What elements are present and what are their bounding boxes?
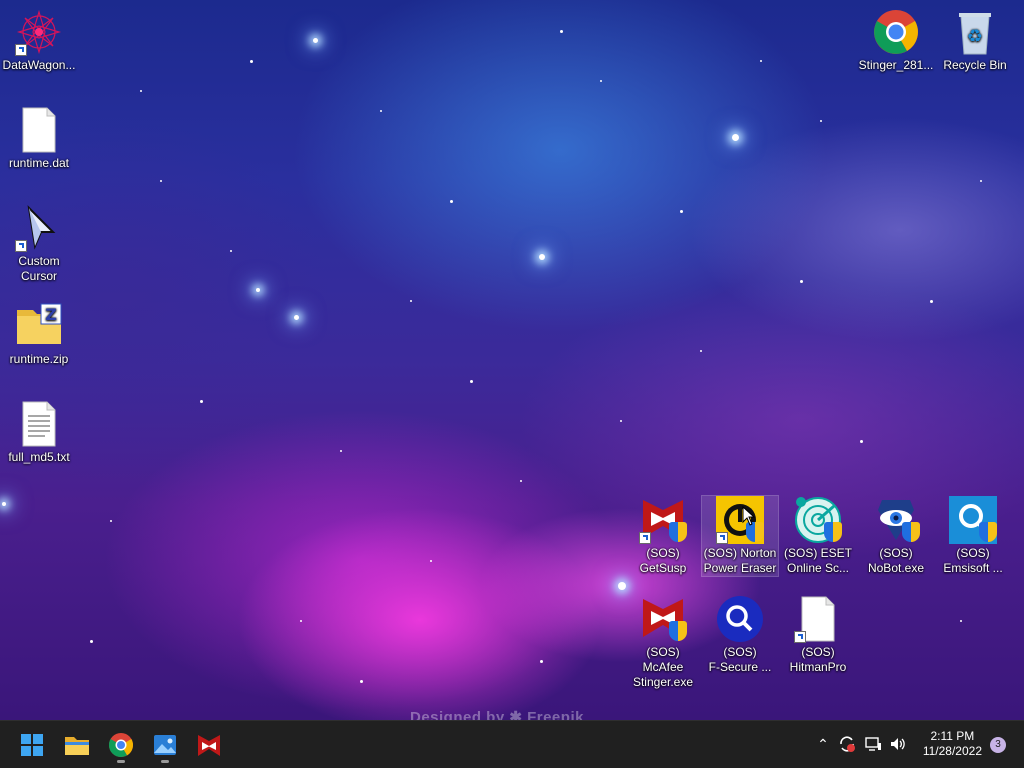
desktop-icon-sos-emsisoft[interactable]: (SOS) Emsisoft ... xyxy=(935,496,1011,576)
star xyxy=(618,582,626,590)
text-file-icon xyxy=(15,400,63,448)
desktop[interactable]: Designed by ✱ Freepik DataWagon... runti… xyxy=(0,0,1024,720)
recycle-bin-icon: ♻ xyxy=(951,8,999,56)
norton-power-eraser-icon xyxy=(716,496,764,544)
taskbar-file-explorer[interactable] xyxy=(59,727,95,763)
datawagon-icon xyxy=(15,8,63,56)
eset-scanner-icon xyxy=(794,496,842,544)
shortcut-arrow-icon xyxy=(15,240,27,252)
icon-label: runtime.dat xyxy=(8,156,70,170)
taskbar-photos[interactable] xyxy=(147,727,183,763)
desktop-icon-sos-nobot[interactable]: (SOS) NoBot.exe xyxy=(858,496,934,576)
running-indicator xyxy=(117,760,125,763)
icon-label: Stinger_281... xyxy=(858,58,934,72)
desktop-icon-custom-cursor[interactable]: Custom Cursor xyxy=(1,204,77,284)
icon-label: (SOS) Emsisoft ... xyxy=(943,546,1003,575)
desktop-icon-sos-hitmanpro[interactable]: (SOS) HitmanPro xyxy=(780,595,856,675)
mcafee-icon xyxy=(198,735,220,756)
desktop-icon-sos-norton[interactable]: (SOS) Norton Power Eraser xyxy=(701,495,779,577)
icon-label: (SOS) Norton Power Eraser xyxy=(703,546,777,575)
chrome-icon xyxy=(872,8,920,56)
icon-label: (SOS) NoBot.exe xyxy=(867,546,925,575)
desktop-icon-datawagon[interactable]: DataWagon... xyxy=(1,8,77,73)
notification-badge[interactable]: 3 xyxy=(990,737,1006,753)
desktop-icon-recycle-bin[interactable]: ♻ Recycle Bin xyxy=(937,8,1013,73)
taskbar: ⌃ 2:11 PM 11/28/2022 3 xyxy=(0,720,1024,768)
uac-shield-icon xyxy=(902,522,920,542)
taskbar-chrome[interactable] xyxy=(103,727,139,763)
desktop-icon-sos-getsusp[interactable]: (SOS) GetSusp xyxy=(625,496,701,576)
system-clock[interactable]: 2:11 PM 11/28/2022 xyxy=(923,729,982,759)
mcafee-icon xyxy=(639,496,687,544)
blank-file-icon xyxy=(15,106,63,154)
star xyxy=(256,288,260,292)
icon-label: full_md5.txt xyxy=(8,450,70,464)
shortcut-arrow-icon xyxy=(15,44,27,56)
mouse-pointer-icon xyxy=(742,506,756,526)
zip-folder-icon: Z xyxy=(15,302,63,350)
cursor-arrow-icon xyxy=(15,204,63,252)
chrome-icon xyxy=(108,733,134,758)
icon-label: (SOS) ESET Online Sc... xyxy=(783,546,852,575)
uac-shield-icon xyxy=(669,621,687,641)
emsisoft-icon xyxy=(949,496,997,544)
uac-shield-icon xyxy=(824,522,842,542)
desktop-icon-sos-eset[interactable]: (SOS) ESET Online Sc... xyxy=(780,496,856,576)
star xyxy=(313,38,318,43)
star xyxy=(2,502,6,506)
icon-label: (SOS) GetSusp xyxy=(639,546,687,575)
uac-shield-icon xyxy=(669,522,687,542)
star xyxy=(732,134,739,141)
icon-label: Recycle Bin xyxy=(943,58,1007,72)
f-secure-magnifier-icon xyxy=(716,595,764,643)
windows-logo-icon xyxy=(21,734,43,756)
shortcut-arrow-icon xyxy=(794,631,806,643)
desktop-icon-sos-fsecure[interactable]: (SOS) F-Secure ... xyxy=(702,595,778,675)
icon-label: Custom Cursor xyxy=(18,254,60,283)
blank-file-icon xyxy=(794,595,842,643)
shortcut-arrow-icon xyxy=(716,532,728,544)
desktop-icon-runtime-dat[interactable]: runtime.dat xyxy=(1,106,77,171)
star xyxy=(539,254,545,260)
network-icon[interactable] xyxy=(864,735,882,753)
icon-label: (SOS) F-Secure ... xyxy=(708,645,772,674)
icon-label: DataWagon... xyxy=(2,58,76,72)
volume-icon[interactable] xyxy=(889,735,907,753)
start-button[interactable] xyxy=(14,727,50,763)
running-indicator xyxy=(161,760,169,763)
clock-date: 11/28/2022 xyxy=(922,744,982,758)
svg-text:Z: Z xyxy=(45,305,57,324)
desktop-icon-stinger-chrome[interactable]: Stinger_281... xyxy=(858,8,934,73)
folder-icon xyxy=(65,737,89,755)
desktop-icon-full-md5[interactable]: full_md5.txt xyxy=(1,400,77,465)
clock-time: 2:11 PM xyxy=(930,729,975,743)
icon-label: runtime.zip xyxy=(9,352,69,366)
shortcut-arrow-icon xyxy=(639,532,651,544)
desktop-icon-sos-mcafee-stinger[interactable]: (SOS) McAfee Stinger.exe xyxy=(625,595,701,690)
icon-label: (SOS) HitmanPro xyxy=(789,645,847,674)
taskbar-mcafee[interactable] xyxy=(191,727,227,763)
star xyxy=(294,315,299,320)
mcafee-icon xyxy=(639,595,687,643)
nobot-eye-icon xyxy=(872,496,920,544)
icon-label: (SOS) McAfee Stinger.exe xyxy=(632,645,694,689)
svg-text:♻: ♻ xyxy=(967,26,983,47)
sync-alert-icon[interactable] xyxy=(838,735,856,753)
uac-shield-icon xyxy=(979,522,997,542)
show-hidden-icons-chevron-icon[interactable]: ⌃ xyxy=(814,735,832,753)
wallpaper-watermark: Designed by ✱ Freepik xyxy=(410,709,584,720)
photos-icon xyxy=(154,735,176,755)
desktop-icon-runtime-zip[interactable]: Z runtime.zip xyxy=(1,302,77,367)
